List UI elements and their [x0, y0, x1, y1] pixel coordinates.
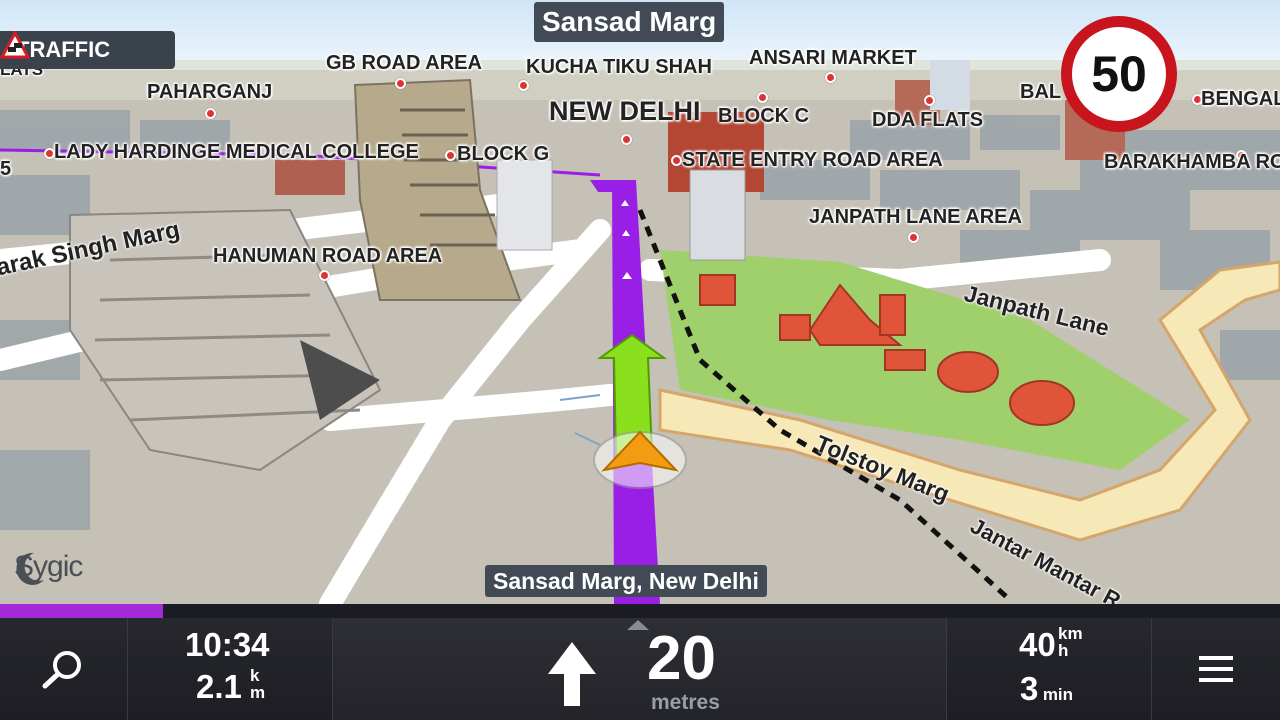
poi-hanuman-road-area: HANUMAN ROAD AREA	[213, 245, 443, 267]
poi-ansari-market: ANSARI MARKET	[749, 47, 917, 69]
turn-distance-unit: metres	[651, 691, 720, 714]
speed-eta-panel[interactable]: 40 km h 3 min	[947, 618, 1152, 720]
current-street-bottom: Sansad Marg, New Delhi	[485, 565, 767, 597]
poi-block-c: BLOCK C	[718, 105, 810, 127]
speed-limit-value: 50	[1072, 27, 1166, 121]
trip-info-panel[interactable]: 10:34 2.1 k m	[128, 618, 333, 720]
remaining-time: 3 min	[1020, 670, 1073, 708]
poi-dda-flats: DDA FLATS	[872, 109, 984, 131]
current-street-top: Sansad Marg	[534, 2, 725, 42]
poi-marker	[924, 95, 935, 106]
poi-gb-road-area: GB ROAD AREA	[326, 52, 482, 74]
traffic-warning-icon	[0, 31, 30, 59]
hamburger-menu-icon	[1199, 656, 1233, 682]
remaining-distance-unit: k m	[250, 666, 266, 702]
next-turn-panel[interactable]: 20 metres	[333, 618, 947, 720]
route-progress-fill	[0, 604, 163, 618]
current-speed-value: 40	[1019, 626, 1056, 663]
traffic-label: TRAFFIC	[16, 37, 111, 62]
speed-limit-sign: 50	[1061, 16, 1177, 132]
poi-marker	[621, 134, 632, 145]
map-view[interactable]: GB ROAD AREA KUCHA TIKU SHAH ANSARI MARK…	[0, 0, 1280, 604]
poi-left-five: 5	[0, 158, 12, 180]
poi-bal: BAL	[1020, 81, 1062, 103]
current-speed-unit: km h	[1058, 624, 1083, 660]
poi-marker	[757, 92, 768, 103]
poi-marker	[671, 155, 682, 166]
search-button[interactable]	[0, 618, 128, 720]
poi-kucha-tiku-shah: KUCHA TIKU SHAH	[526, 56, 712, 78]
route-progress-bar	[0, 604, 1280, 618]
poi-janpath-lane-area: JANPATH LANE AREA	[809, 206, 1022, 228]
poi-paharganj: PAHARGANJ	[147, 81, 273, 103]
sygic-moon-icon	[16, 552, 44, 585]
traffic-button[interactable]: TRAFFIC	[0, 31, 175, 69]
poi-block-g: BLOCK G	[457, 143, 550, 165]
remaining-time-unit: min	[1042, 685, 1074, 704]
poi-marker	[825, 72, 836, 83]
remaining-time-value: 3	[1020, 670, 1039, 707]
poi-lady-hardinge: LADY HARDINGE MEDICAL COLLEGE	[54, 141, 419, 163]
arrow-up-icon	[548, 642, 596, 706]
arrival-time: 10:34	[185, 626, 270, 663]
poi-state-entry-road: STATE ENTRY ROAD AREA	[682, 149, 943, 171]
poi-marker	[518, 80, 529, 91]
remaining-distance: 2.1 k m	[196, 667, 265, 706]
poi-marker	[395, 78, 406, 89]
current-speed: 40 km h	[1019, 625, 1083, 664]
poi-marker	[908, 232, 919, 243]
search-icon	[42, 651, 81, 689]
poi-bengal: BENGAL	[1201, 88, 1280, 110]
poi-marker	[319, 270, 330, 281]
sygic-logo: Sygic	[12, 550, 83, 585]
poi-marker	[205, 108, 216, 119]
remaining-distance-value: 2.1	[196, 668, 242, 705]
bottom-navigation-bar: 10:34 2.1 k m 20 metres 40 km h 3 min	[0, 618, 1280, 720]
poi-barakhamba: BARAKHAMBA RO	[1104, 151, 1280, 173]
poi-marker	[445, 150, 456, 161]
turn-distance: 20	[647, 624, 716, 693]
poi-new-delhi: NEW DELHI	[549, 96, 701, 126]
menu-button[interactable]	[1152, 618, 1280, 720]
